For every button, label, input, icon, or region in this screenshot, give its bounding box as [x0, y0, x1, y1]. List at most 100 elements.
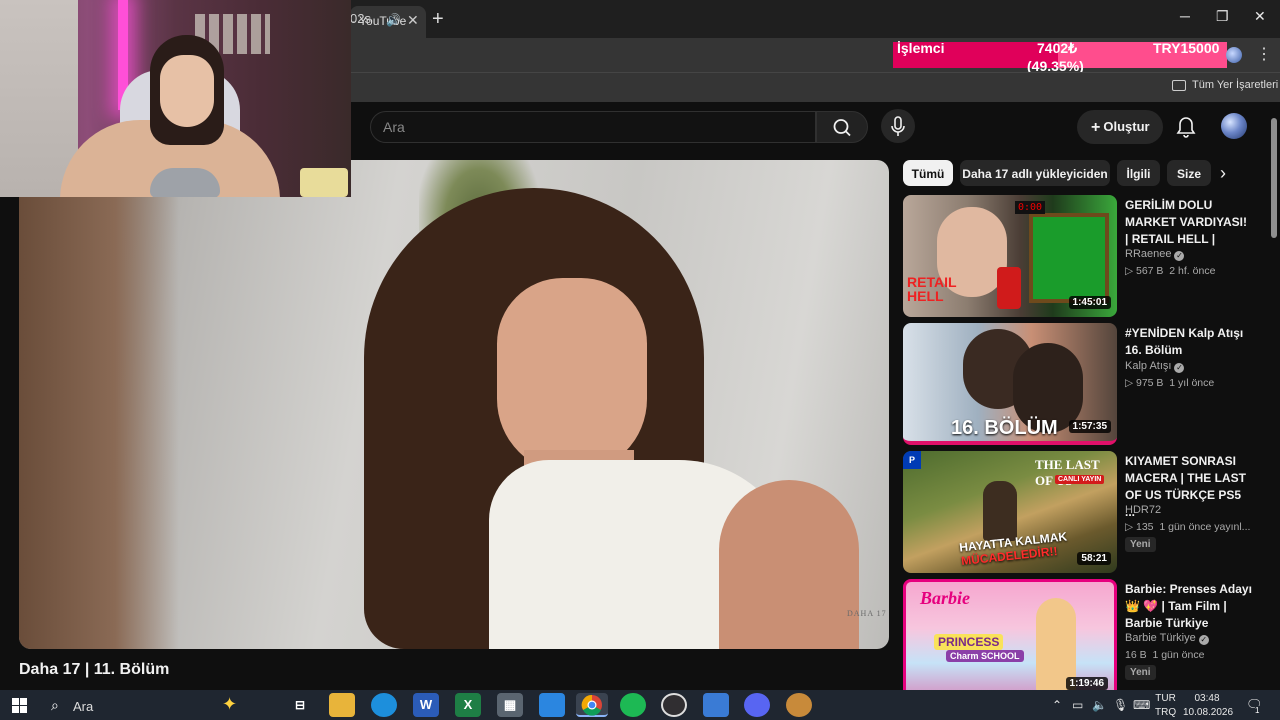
- chip-related[interactable]: İlgili: [1117, 160, 1160, 186]
- obs-icon[interactable]: [661, 693, 687, 717]
- spotify-icon[interactable]: [620, 693, 646, 717]
- chrome-icon[interactable]: [576, 693, 608, 717]
- system-clock[interactable]: 03:48 10.08.2026: [1183, 692, 1234, 720]
- search-placeholder: Ara: [383, 119, 405, 135]
- notifications-bell-icon[interactable]: [1173, 114, 1199, 140]
- page-scrollbar[interactable]: [1271, 118, 1277, 238]
- sparkle-icon[interactable]: ✦: [222, 694, 237, 715]
- processor-progress-bar: İşlemci 7402₺ (49.35%) TRY15000: [893, 40, 1227, 74]
- thumbnail-frame: [1029, 213, 1109, 303]
- thumbnail-brand: Barbie: [920, 588, 971, 608]
- create-button[interactable]: + Oluştur: [1077, 110, 1163, 144]
- address-bar-text[interactable]: 02s: [350, 11, 371, 26]
- thumbnail-text: THE LAST OF US: [1035, 457, 1100, 488]
- duration-badge: 1:19:46: [1065, 677, 1108, 690]
- video-thumbnail[interactable]: 0:00 RETAIL HELL 1:45:01: [903, 195, 1117, 317]
- account-avatar[interactable]: [1221, 113, 1247, 139]
- create-label: Oluştur: [1103, 119, 1150, 134]
- video-thumbnail[interactable]: P THE LAST OF US CANLI YAYIN HAYATTA KAL…: [903, 451, 1117, 573]
- channel-watermark: DAHA 17: [847, 609, 887, 618]
- playstation-icon: P: [903, 451, 921, 469]
- battery-icon[interactable]: ▭: [1072, 698, 1083, 712]
- chip-for-you[interactable]: Size: [1167, 160, 1211, 186]
- upload-age: 2 hf. önce: [1169, 265, 1216, 277]
- input-language[interactable]: TUR TRQ: [1155, 692, 1176, 720]
- view-count: 135: [1136, 521, 1154, 533]
- word-icon[interactable]: W: [413, 693, 439, 717]
- channel-label[interactable]: Barbie Türkiye: [1125, 632, 1196, 644]
- edge-icon[interactable]: [371, 693, 397, 717]
- view-count: 16 B: [1125, 649, 1147, 661]
- search-input[interactable]: [370, 111, 816, 143]
- windows-start-icon[interactable]: [12, 698, 27, 713]
- duration-badge: 58:21: [1077, 552, 1111, 565]
- channel-label[interactable]: Kalp Atışı: [1125, 360, 1171, 372]
- voice-search-button[interactable]: [881, 109, 915, 143]
- keyboard-icon[interactable]: ⌨: [1133, 698, 1150, 712]
- channel-label[interactable]: HDR72: [1125, 504, 1161, 516]
- calculator-icon[interactable]: ▦: [497, 693, 523, 717]
- video-meta: 16 B 1 gün önce: [1125, 649, 1255, 661]
- thumbnail-text: RETAIL HELL: [907, 274, 957, 304]
- chevron-right-icon[interactable]: ›: [1220, 163, 1226, 184]
- fox-app-icon[interactable]: [786, 693, 812, 717]
- new-badge: Yeni: [1125, 665, 1156, 680]
- clock-time: 03:48: [1194, 693, 1220, 704]
- close-window-button[interactable]: ✕: [1254, 8, 1266, 25]
- recommendation-item[interactable]: 0:00 RETAIL HELL 1:45:01 GERİLİM DOLU MA…: [903, 195, 1263, 317]
- video-actress-shoulder: [719, 480, 859, 649]
- thumbnail-clock-text: 0:00: [1015, 201, 1046, 214]
- thumbnail-can: [997, 267, 1021, 309]
- recommendation-item[interactable]: Barbie PRINCESS Charm SCHOOL 1:19:46 Bar…: [903, 579, 1263, 701]
- video-thumbnail[interactable]: 16. BÖLÜM 1:57:35: [903, 323, 1117, 445]
- video-player[interactable]: DAHA 17: [19, 160, 889, 649]
- webcam-bowl: [150, 168, 220, 197]
- channel-name: Barbie Türkiye ✓: [1125, 632, 1209, 645]
- thumbnail-text: Charm SCHOOL: [946, 650, 1024, 662]
- video-meta: ▷ 975 B 1 yıl önce: [1125, 377, 1215, 389]
- store-icon[interactable]: [539, 693, 565, 717]
- minimize-button[interactable]: ─: [1180, 8, 1190, 24]
- search-icon[interactable]: ⌕: [51, 697, 59, 714]
- microphone-tray-icon[interactable]: 🎙: [1113, 698, 1128, 712]
- plus-icon: +: [1091, 119, 1101, 136]
- task-view-icon[interactable]: ⊟: [287, 693, 313, 717]
- upload-age: 1 gün önce yayınl...: [1159, 521, 1251, 533]
- tab-close-icon[interactable]: ✕: [407, 12, 419, 29]
- channel-label[interactable]: RRaenee: [1125, 248, 1171, 260]
- video-foreground-blur: [19, 160, 179, 649]
- volume-icon[interactable]: 🔈: [1092, 698, 1107, 712]
- speaker-icon: 🔊: [386, 13, 401, 27]
- recommendation-title[interactable]: #YENİDEN Kalp Atışı 16. Bölüm: [1125, 325, 1253, 359]
- webcam-overlay: [0, 0, 351, 197]
- processor-current-value: 7402₺: [1037, 40, 1078, 56]
- new-tab-button[interactable]: +: [432, 8, 444, 31]
- video-actress-face: [497, 278, 647, 474]
- webcam-person-face: [160, 55, 214, 127]
- excel-icon[interactable]: X: [455, 693, 481, 717]
- chip-from-uploader[interactable]: Daha 17 adlı yükleyiciden: [960, 160, 1110, 186]
- chip-all[interactable]: Tümü: [903, 160, 953, 186]
- maximize-button[interactable]: ❐: [1216, 8, 1229, 25]
- recommendation-item[interactable]: 16. BÖLÜM 1:57:35 #YENİDEN Kalp Atışı 16…: [903, 323, 1263, 445]
- channel-name: Kalp Atışı ✓: [1125, 360, 1185, 373]
- app-grid-icon[interactable]: [703, 693, 729, 717]
- all-bookmarks-link[interactable]: Tüm Yer İşaretleri: [1192, 79, 1278, 91]
- file-explorer-icon[interactable]: [329, 693, 355, 717]
- recommendation-title[interactable]: Barbie: Prenses Adayı 👑 💖 | Tam Film | B…: [1125, 581, 1253, 632]
- microphone-icon: [891, 116, 905, 136]
- taskbar-search-label[interactable]: Ara: [73, 699, 93, 714]
- search-button[interactable]: [816, 111, 868, 143]
- discord-icon[interactable]: [744, 693, 770, 717]
- video-thumbnail[interactable]: Barbie PRINCESS Charm SCHOOL 1:19:46: [903, 579, 1117, 701]
- chevron-up-icon[interactable]: ⌃: [1052, 698, 1062, 712]
- profile-avatar-icon[interactable]: [1226, 47, 1242, 63]
- thumbnail-live-badge: CANLI YAYIN: [1055, 475, 1105, 484]
- browser-menu-icon[interactable]: ⋮: [1256, 44, 1272, 64]
- recommendation-title[interactable]: GERİLİM DOLU MARKET VARDIYASI! | RETAIL …: [1125, 197, 1253, 248]
- view-count: 567 B: [1136, 265, 1164, 277]
- clock-date: 10.08.2026: [1183, 707, 1234, 718]
- verified-icon: ✓: [1174, 251, 1185, 261]
- processor-label: İşlemci: [897, 40, 945, 56]
- recommendation-item[interactable]: P THE LAST OF US CANLI YAYIN HAYATTA KAL…: [903, 451, 1263, 573]
